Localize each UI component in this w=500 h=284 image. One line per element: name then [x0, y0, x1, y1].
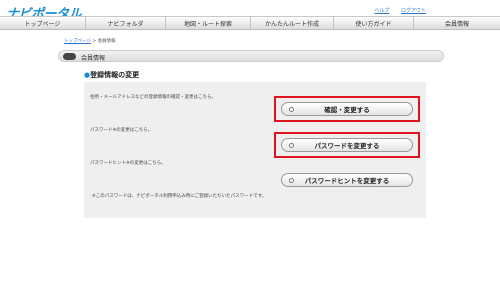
breadcrumb-current: 会員情報 [97, 39, 116, 44]
radio-icon [289, 178, 294, 183]
help-link[interactable]: ヘルプ [374, 8, 389, 14]
breadcrumb-separator: > [90, 39, 98, 44]
nav-item-easy-route[interactable]: かんたんルート作成 [251, 17, 334, 29]
change-password-hint-button-label: パスワードヒントを変更する [304, 177, 390, 185]
nav-item-guide[interactable]: 使い方ガイド [334, 17, 414, 29]
change-password-button[interactable]: パスワードを変更する [281, 138, 413, 152]
radio-icon [289, 107, 294, 112]
nav-item-member-info[interactable]: 会員情報 [414, 17, 500, 29]
section-title-text: 登録情報の変更 [90, 71, 140, 79]
logout-link[interactable]: ログアウト [401, 8, 426, 14]
breadcrumb: トップページ > 会員情報 [64, 38, 116, 44]
row-label-password-hint: パスワードヒント※の変更はこちら。 [90, 161, 166, 166]
confirm-change-button-label: 確認・変更する [324, 106, 370, 114]
radio-icon [289, 143, 294, 148]
row-label-password: パスワード※の変更はこちら。 [90, 128, 153, 133]
confirm-change-button[interactable]: 確認・変更する [281, 102, 413, 116]
change-password-button-label: パスワードを変更する [314, 142, 380, 150]
page-header-bar: 会員情報 [58, 50, 444, 62]
change-password-hint-button[interactable]: パスワードヒントを変更する [281, 173, 413, 187]
section-title: ●登録情報の変更 [84, 70, 139, 80]
nav-item-navi-folder[interactable]: ナビフォルダ [86, 17, 166, 29]
main-nav: トップページ ナビフォルダ 地図・ルート探索 かんたんルート作成 使い方ガイド … [0, 16, 500, 30]
page-title: 会員情報 [81, 55, 106, 62]
breadcrumb-home[interactable]: トップページ [64, 39, 91, 44]
password-note: ※このパスワードは、ナビポータル利用申込み時にご登録いただいたパスワードです。 [92, 194, 267, 199]
row-label-registration: 住所・メールアドレスなどの登録情報の確認・変更はこちら。 [90, 95, 216, 100]
nav-item-map-route[interactable]: 地図・ルート探索 [166, 17, 251, 29]
car-icon [63, 53, 76, 60]
nav-item-top-page[interactable]: トップページ [0, 17, 86, 29]
top-links: ヘルプ ログアウト [364, 7, 426, 14]
